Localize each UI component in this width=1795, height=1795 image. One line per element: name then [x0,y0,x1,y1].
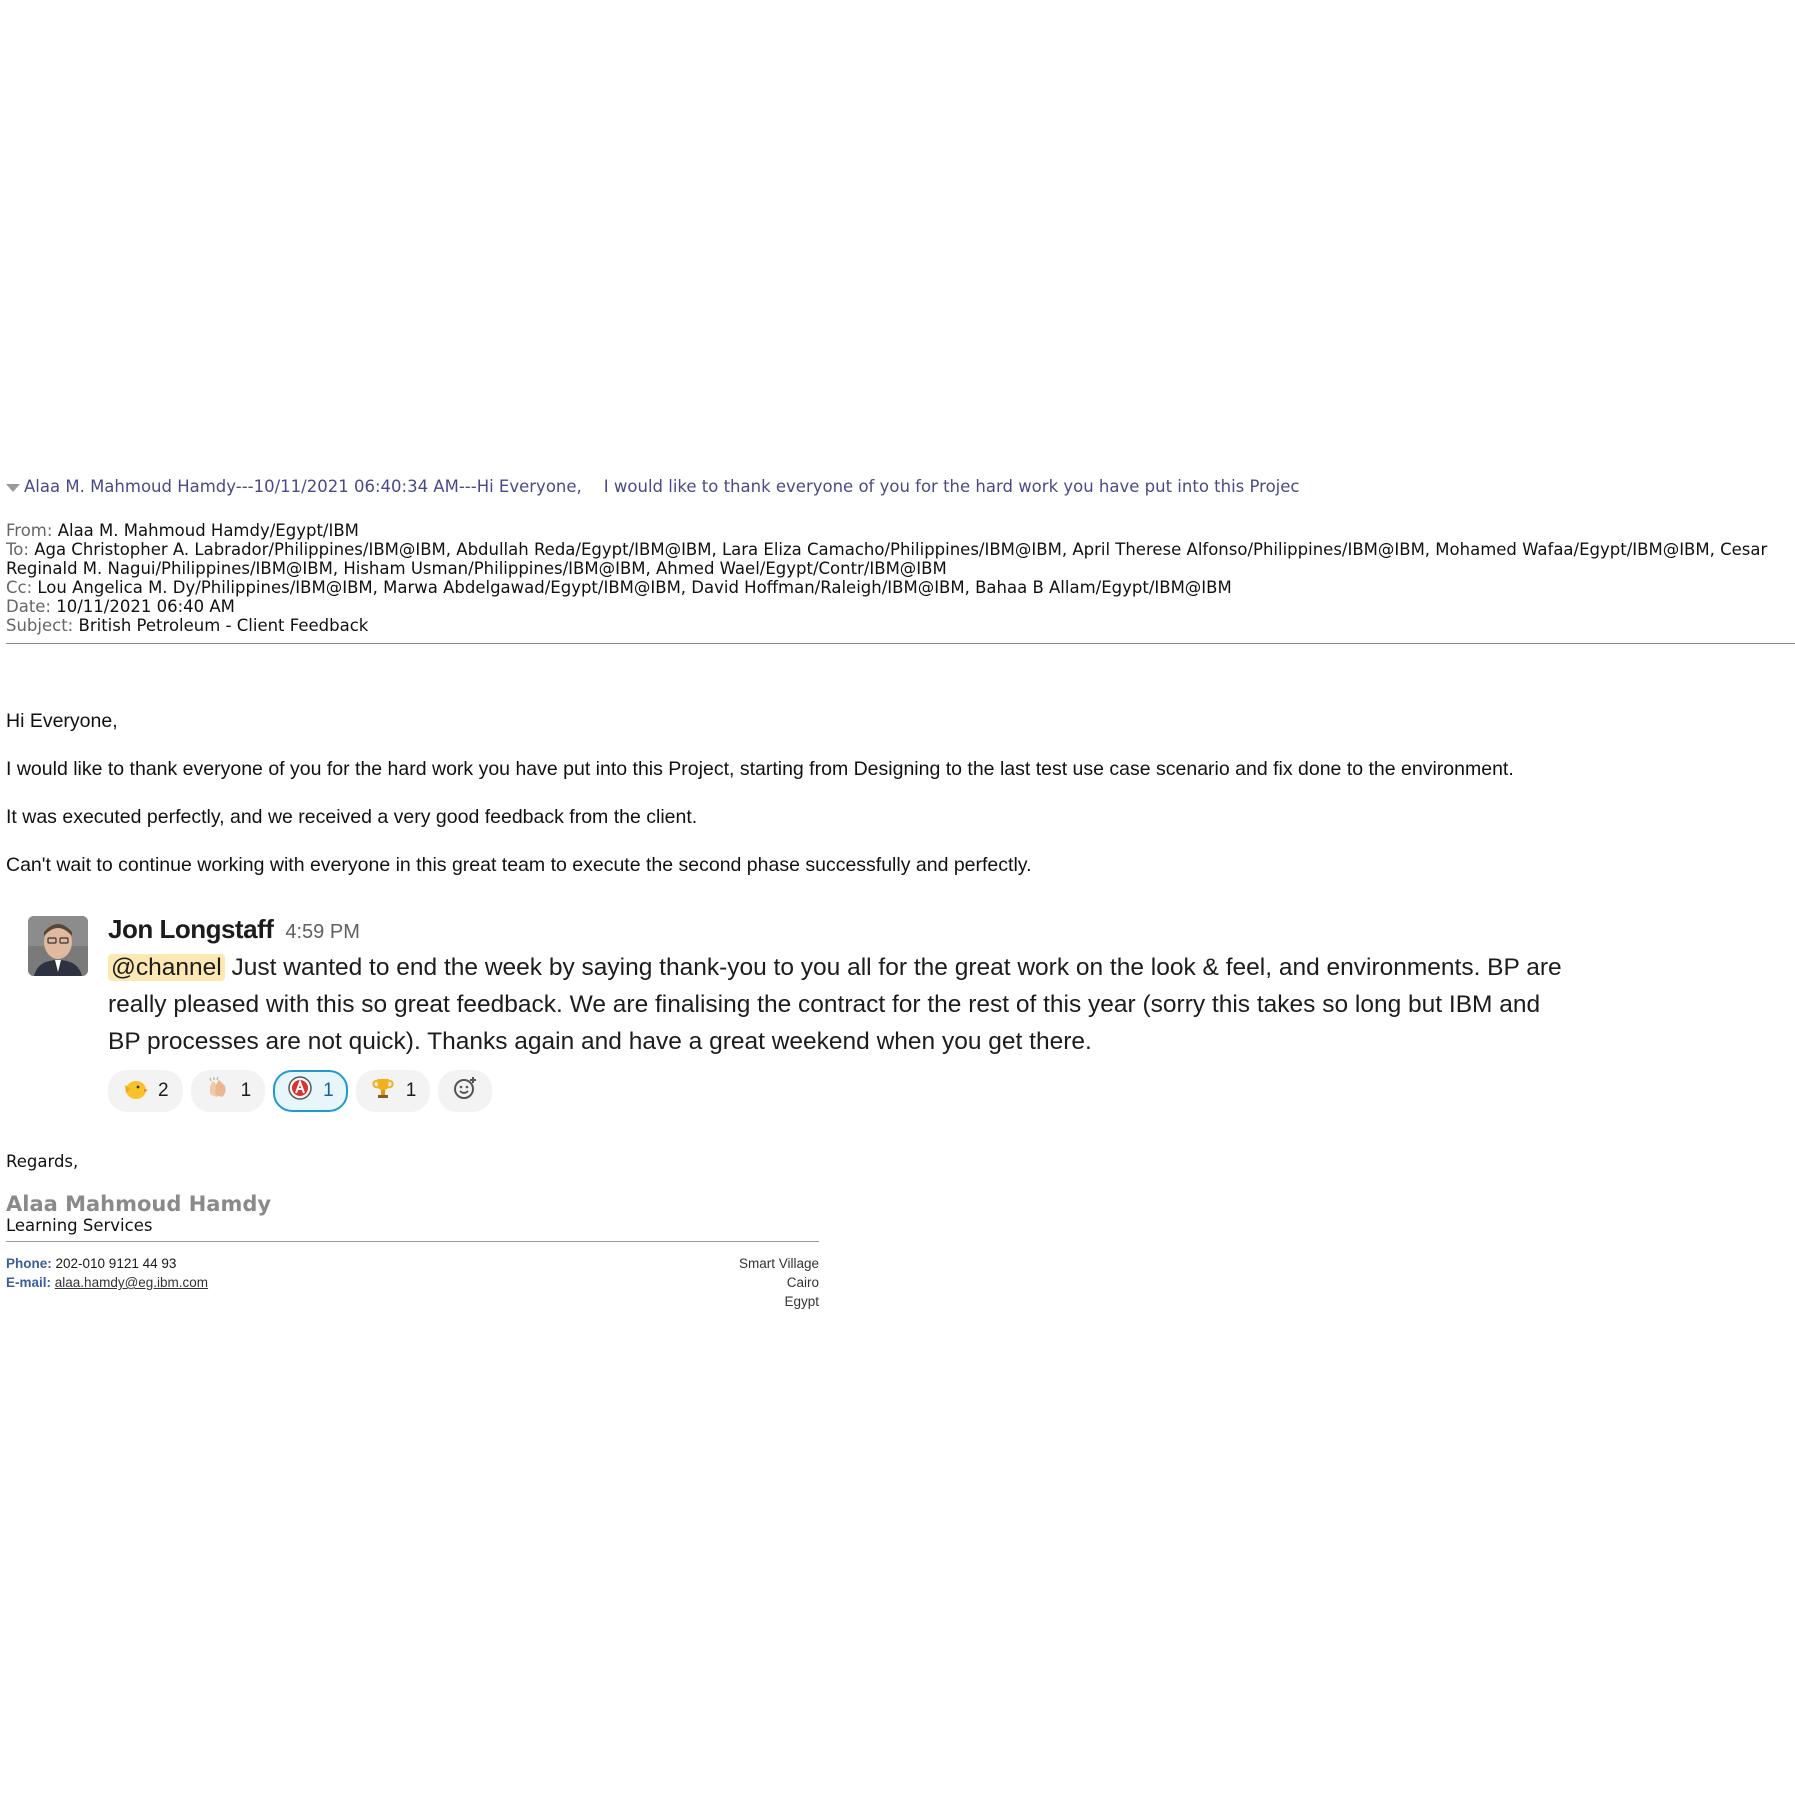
email-row: E-mail: alaa.hamdy@eg.ibm.com [6,1273,208,1292]
header-divider [6,643,1795,644]
add-reaction-icon [452,1075,478,1107]
thread-preview-text: I would like to thank everyone of you fo… [603,477,1300,496]
from-label: From: [6,521,53,540]
email-headers: From: Alaa M. Mahmoud Hamdy/Egypt/IBM To… [6,521,1791,635]
slack-message-header: Jon Longstaff 4:59 PM [108,914,1568,945]
subject-label: Subject: [6,616,74,635]
address-line-2: Cairo [786,1275,819,1290]
date-label: Date: [6,597,51,616]
reaction-clapping-hands[interactable]: 1 [190,1070,266,1112]
from-row: From: Alaa M. Mahmoud Hamdy/Egypt/IBM [6,521,1791,540]
cc-row: Cc: Lou Angelica M. Dy/Philippines/IBM@I… [6,578,1791,597]
thread-summary-text: Alaa M. Mahmoud Hamdy---10/11/2021 06:40… [24,477,582,496]
email-body: Hi Everyone, I would like to thank every… [6,710,1791,902]
to-value: Aga Christopher A. Labrador/Philippines/… [6,540,1768,578]
signature-name: Alaa Mahmoud Hamdy [6,1192,272,1216]
collapse-triangle-icon[interactable] [6,483,20,492]
reaction-count: 2 [158,1080,169,1101]
email-link[interactable]: alaa.hamdy@eg.ibm.com [55,1275,208,1290]
reactions-bar: 2 1 1 1 [108,1070,1568,1112]
person-avatar-icon [28,916,88,976]
body-paragraph-2: It was executed perfectly, and we receiv… [6,806,698,828]
body-paragraph-3: Can't wait to continue working with ever… [6,854,1032,876]
trophy-emoji-icon [370,1075,396,1107]
cc-label: Cc: [6,578,33,597]
message-time[interactable]: 4:59 PM [285,921,359,944]
subject-value: British Petroleum - Client Feedback [78,616,369,635]
to-row: To: Aga Christopher A. Labrador/Philippi… [6,540,1791,578]
address-line-1: Smart Village [738,1256,819,1271]
phone-label: Phone: [6,1256,52,1271]
signature-contact: Phone: 202-010 9121 44 93 E-mail: alaa.h… [6,1254,208,1292]
signature-department: Learning Services [6,1216,153,1235]
clap-chick-emoji-icon [122,1075,148,1107]
subject-row: Subject: British Petroleum - Client Feed… [6,616,1791,635]
reaction-clap-chick[interactable]: 2 [108,1070,183,1112]
slack-message-text: @channel Just wanted to end the week by … [108,949,1568,1060]
slack-message-body: Just wanted to end the week by saying th… [108,954,1562,1055]
avatar[interactable] [28,916,88,976]
date-row: Date: 10/11/2021 06:40 AM [6,597,1791,616]
regards-text: Regards, [6,1152,79,1171]
signature-divider [6,1241,819,1242]
to-label: To: [6,540,29,559]
address-line-3: Egypt [784,1294,819,1309]
reaction-count: 1 [405,1080,417,1101]
thread-summary[interactable]: Alaa M. Mahmoud Hamdy---10/11/2021 06:40… [6,477,1791,496]
cc-value: Lou Angelica M. Dy/Philippines/IBM@IBM, … [37,578,1232,597]
date-value: 10/11/2021 06:40 AM [56,597,235,616]
signature-address: Smart Village Cairo Egypt [606,1254,819,1311]
clapping-hands-emoji-icon [205,1075,231,1107]
reaction-count: 1 [240,1080,252,1101]
channel-mention[interactable]: @channel [108,954,225,981]
reaction-a-badge[interactable]: 1 [273,1070,348,1112]
from-value: Alaa M. Mahmoud Hamdy/Egypt/IBM [57,521,359,540]
reaction-trophy[interactable]: 1 [355,1070,431,1112]
add-reaction-button[interactable] [438,1070,493,1112]
slack-message-content: Jon Longstaff 4:59 PM @channel Just want… [108,914,1568,1112]
body-paragraph-1: I would like to thank everyone of you fo… [6,758,1514,780]
reaction-count: 1 [323,1080,334,1101]
a-badge-emoji-icon [287,1075,313,1107]
phone-row: Phone: 202-010 9121 44 93 [6,1254,208,1273]
email-label: E-mail: [6,1275,52,1290]
phone-value: 202-010 9121 44 93 [55,1256,177,1271]
greeting: Hi Everyone, [6,710,118,732]
author-name[interactable]: Jon Longstaff [108,914,274,945]
